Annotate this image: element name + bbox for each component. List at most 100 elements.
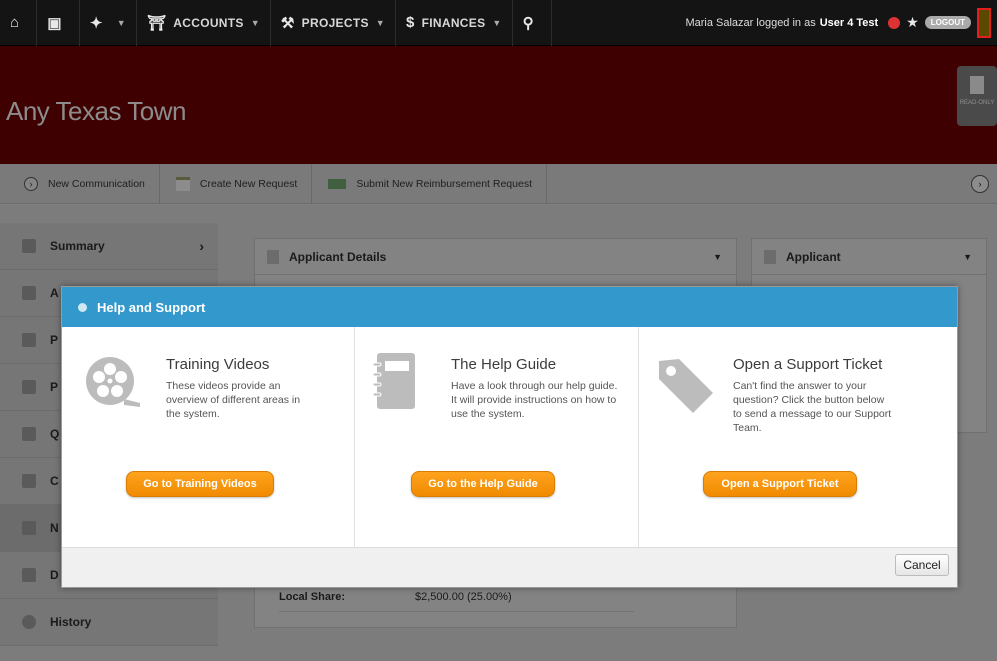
accounts-label: ACCOUNTS <box>173 15 244 30</box>
chevron-down-icon: ▼ <box>250 17 260 28</box>
chevron-right-icon: › <box>199 238 204 254</box>
film-reel-icon <box>86 357 140 407</box>
top-navigation-bar: ⌂ ▣ ✦ ▼ ⛩ ACCOUNTS ▼ ⚒ PROJECTS ▼ $ FINANCES ▼ … <box>0 0 997 46</box>
document-icon <box>267 249 279 264</box>
new-communication-button[interactable]: › New Communication <box>0 163 160 204</box>
bank-icon: ⛩ <box>146 14 167 32</box>
dollar-icon: $ <box>405 14 415 31</box>
pushpin-icon: ✦ <box>89 14 103 32</box>
sidebar-item-label: History <box>50 615 92 629</box>
money-icon <box>328 178 347 189</box>
user-status: Maria Salazar logged in as User 4 Test ★… <box>685 7 997 38</box>
chevron-down-icon: ▼ <box>116 17 126 28</box>
logout-button[interactable]: LOGOUT <box>924 16 971 29</box>
submit-reimbursement-button[interactable]: Submit New Reimbursement Request <box>312 163 547 204</box>
column-description: Have a look through our help guide. It w… <box>451 380 618 420</box>
submit-reimbursement-label: Submit New Reimbursement Request <box>356 177 532 190</box>
search-icon: ⚲ <box>522 14 534 32</box>
new-communication-label: New Communication <box>48 177 145 190</box>
dialog-header: Help and Support <box>62 287 957 327</box>
local-share-label: Local Share: <box>279 591 346 603</box>
create-new-request-label: Create New Request <box>199 177 298 190</box>
panel-title: Applicant <box>786 249 841 264</box>
sidebar-item-summary[interactable]: Summary › <box>0 223 218 270</box>
cancel-button[interactable]: Cancel <box>895 554 949 576</box>
dialog-icon <box>78 302 87 312</box>
notebook-icon <box>372 353 415 409</box>
sidebar-item-label: A <box>50 286 59 300</box>
logged-in-user: User 4 Test <box>819 16 879 29</box>
accounts-menu[interactable]: ⛩ ACCOUNTS ▼ <box>137 0 271 46</box>
dialog-title: Help and Support <box>97 299 206 315</box>
document-icon <box>175 176 190 191</box>
sidebar-item-label: N <box>50 521 59 535</box>
tag-icon <box>659 359 713 413</box>
home-icon: ⌂ <box>10 14 20 31</box>
sidebar-item-history[interactable]: History <box>0 599 218 646</box>
chevron-down-icon: ▼ <box>375 17 385 28</box>
read-only-badge: READ-ONLY <box>957 66 997 126</box>
dashboard-button[interactable]: ▣ <box>37 0 80 46</box>
go-to-help-guide-button[interactable]: Go to the Help Guide <box>411 471 555 497</box>
search-button[interactable]: ⚲ <box>513 0 552 46</box>
dialog-body: Training Videos These videos provide an … <box>62 327 959 547</box>
local-share-row: Local Share: $2,500.00 (25.00%) <box>279 591 634 612</box>
star-icon[interactable]: ★ <box>906 14 919 31</box>
person-icon <box>22 286 36 300</box>
read-only-label: READ-ONLY <box>959 100 995 106</box>
sidebar-item-label: P <box>50 333 59 347</box>
dialog-footer: Cancel <box>62 547 957 587</box>
person-icon <box>764 249 776 264</box>
projects-label: PROJECTS <box>301 15 369 30</box>
panel-title: Applicant Details <box>289 249 387 264</box>
column-title: Open a Support Ticket <box>733 356 883 373</box>
summary-icon <box>22 239 36 253</box>
org-banner: Any Texas Town READ-ONLY <box>0 46 997 164</box>
wrench-icon: ⚒ <box>280 14 295 32</box>
sidebar-item-label: C <box>50 474 59 488</box>
sidebar-item-label: Summary <box>50 239 105 253</box>
column-description: These videos provide an overview of diff… <box>166 380 301 420</box>
panel-menu-button[interactable]: ▼ <box>713 252 722 262</box>
sidebar-item-label: D <box>50 568 59 582</box>
training-videos-column: Training Videos These videos provide an … <box>62 327 354 547</box>
contacts-icon <box>22 474 36 488</box>
help-button[interactable] <box>977 7 991 38</box>
user-name: Maria Salazar <box>685 16 754 29</box>
folder-icon <box>22 380 36 394</box>
organization-name: Any Texas Town <box>6 96 186 126</box>
panel-header: Applicant ▼ <box>752 239 986 275</box>
alert-icon[interactable] <box>888 16 901 29</box>
history-icon <box>22 615 36 629</box>
help-guide-column: The Help Guide Have a look through our h… <box>354 327 638 547</box>
dashboard-icon: ▣ <box>47 14 62 32</box>
pinned-menu[interactable]: ✦ ▼ <box>80 0 137 46</box>
projects-menu[interactable]: ⚒ PROJECTS ▼ <box>271 0 396 46</box>
chevron-right-circle-icon: › <box>24 176 38 191</box>
finances-label: FINANCES <box>421 15 486 30</box>
form-icon <box>22 427 36 441</box>
more-actions-button[interactable]: › <box>971 174 989 193</box>
open-support-ticket-button[interactable]: Open a Support Ticket <box>703 471 857 497</box>
help-and-support-dialog: Help and Support Training Videos These v… <box>61 286 958 588</box>
finances-menu[interactable]: $ FINANCES ▼ <box>396 0 513 46</box>
notes-icon <box>22 521 36 535</box>
chevron-down-icon: ▼ <box>492 17 502 28</box>
bookmark-icon <box>970 76 984 94</box>
documents-icon <box>22 568 36 582</box>
action-bar: › New Communication Create New Request S… <box>0 163 997 204</box>
support-ticket-column: Open a Support Ticket Can't find the ans… <box>638 327 959 547</box>
panel-menu-button[interactable]: ▼ <box>963 252 972 262</box>
column-title: The Help Guide <box>451 356 557 373</box>
panel-header: Applicant Details ▼ <box>255 239 736 275</box>
go-to-training-videos-button[interactable]: Go to Training Videos <box>126 471 274 497</box>
column-description: Can't find the answer to your question? … <box>733 380 892 434</box>
sidebar-item-label: Q <box>50 427 60 441</box>
sidebar-item-label: P <box>50 380 59 394</box>
home-button[interactable]: ⌂ <box>0 0 38 46</box>
local-share-value: $2,500.00 (25.00%) <box>415 591 512 603</box>
logged-in-text: logged in as <box>756 16 816 29</box>
column-title: Training Videos <box>166 356 270 373</box>
create-new-request-button[interactable]: Create New Request <box>160 163 313 204</box>
tools-icon <box>22 333 36 347</box>
